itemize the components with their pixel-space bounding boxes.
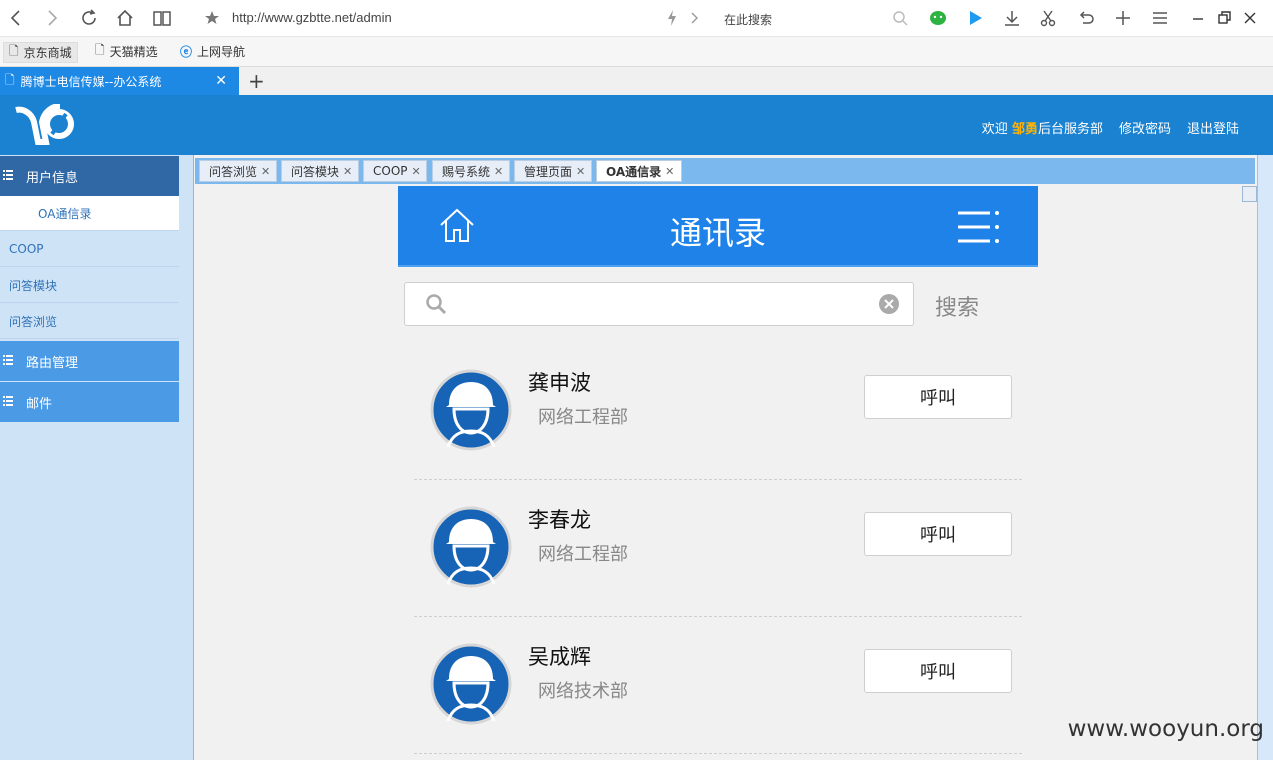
logout-link[interactable]: 退出登陆 [1187, 118, 1239, 137]
contact-name: 龚申波 [528, 371, 591, 395]
close-tab-icon[interactable]: ✕ [215, 73, 227, 89]
wechat-icon[interactable] [926, 6, 950, 30]
change-password-link[interactable]: 修改密码 [1119, 118, 1171, 137]
download-icon[interactable] [1000, 6, 1024, 30]
list-icon [3, 395, 13, 410]
forward-icon[interactable] [40, 6, 64, 30]
bookmark-jd[interactable]: 🗋 京东商城 [3, 42, 78, 63]
sidebar-item-qa-browse[interactable]: 问答浏览 [0, 304, 179, 339]
chevron-right-icon[interactable] [682, 6, 706, 30]
search-icon[interactable] [888, 6, 912, 30]
clear-icon[interactable] [879, 294, 899, 317]
sidebar-group-user-info[interactable]: 用户信息 [0, 156, 179, 196]
app-header: 欢迎 邹勇后台服务部 修改密码 退出登陆 [0, 95, 1273, 155]
tab-coop[interactable]: COOP ✕ [363, 160, 427, 182]
tab-oa-directory[interactable]: OA通信录 ✕ [596, 160, 682, 182]
contact-row: 李春龙 网络工程部 呼叫 [414, 479, 1022, 617]
sidebar-item-coop[interactable]: COOP [0, 232, 179, 267]
lightning-icon[interactable] [660, 6, 684, 30]
browser-search-input[interactable]: 在此搜索 [724, 11, 772, 28]
contact-dept: 网络技术部 [538, 681, 628, 702]
contact-dept: 网络工程部 [538, 544, 628, 565]
bookmark-nav[interactable]: ⓔ 上网导航 [175, 42, 250, 61]
phonebook-header: 通讯录 [398, 186, 1038, 267]
close-tab-icon[interactable]: ✕ [343, 165, 352, 178]
ie-icon: ⓔ [180, 45, 193, 59]
search-button[interactable]: 搜索 [935, 290, 979, 322]
header-user-area: 欢迎 邹勇后台服务部 修改密码 退出登陆 [982, 118, 1239, 137]
worker-avatar-icon [430, 643, 512, 725]
menu-icon[interactable] [1148, 6, 1172, 30]
video-play-icon[interactable] [963, 6, 987, 30]
home-icon[interactable] [113, 6, 137, 30]
logo [14, 103, 76, 149]
restore-icon[interactable] [1212, 6, 1236, 30]
sidebar-item-qa-module[interactable]: 问答模块 [0, 268, 179, 303]
bookmarks-bar: 🗋 京东商城 🗋 天猫精选 ⓔ 上网导航 [0, 37, 1273, 67]
contact-name: 李春龙 [528, 508, 591, 532]
watermark: www.wooyun.org [1067, 716, 1264, 742]
close-tab-icon[interactable]: ✕ [576, 165, 585, 178]
contact-name: 吴成辉 [528, 645, 591, 669]
contact-dept: 网络工程部 [538, 407, 628, 428]
tab-qa-browse[interactable]: 问答浏览 ✕ [199, 160, 277, 182]
page-icon: 🗋 [9, 44, 19, 58]
page-icon: 🗋 [5, 72, 15, 87]
phonebook-title: 通讯录 [669, 214, 766, 252]
call-button[interactable]: 呼叫 [864, 375, 1012, 419]
sidebar-item-oa-directory[interactable]: OA通信录 [0, 196, 179, 231]
sidebar-divider [179, 155, 193, 760]
call-button[interactable]: 呼叫 [864, 649, 1012, 693]
refresh-icon[interactable] [77, 6, 101, 30]
search-icon [425, 293, 447, 318]
contact-row: 吴成辉 网络技术部 呼叫 [414, 616, 1022, 754]
sidebar: 用户信息 OA通信录 COOP 问答模块 问答浏览 路由管理 邮件 [0, 155, 179, 760]
inner-scrollbar-thumb[interactable] [1242, 186, 1257, 202]
address-bar[interactable]: http://www.gzbtte.net/admin [232, 10, 392, 25]
contact-search-input[interactable] [404, 282, 914, 326]
worker-avatar-icon [430, 369, 512, 451]
list-icon [3, 169, 13, 184]
tab-account-system[interactable]: 赐号系统 ✕ [432, 160, 510, 182]
close-tab-icon[interactable]: ✕ [261, 165, 270, 178]
sidebar-group-mail[interactable]: 邮件 [0, 382, 179, 422]
close-window-icon[interactable] [1238, 6, 1262, 30]
new-tab-button[interactable]: + [248, 69, 265, 93]
page-scrollbar[interactable] [1257, 155, 1273, 760]
worker-avatar-icon [430, 506, 512, 588]
browser-toolbar: http://www.gzbtte.net/admin 在此搜索 [0, 0, 1273, 37]
sidebar-group-route-mgmt[interactable]: 路由管理 [0, 341, 179, 381]
close-tab-icon[interactable]: ✕ [665, 165, 674, 178]
reader-icon[interactable] [150, 6, 174, 30]
call-button[interactable]: 呼叫 [864, 512, 1012, 556]
welcome-text: 欢迎 邹勇后台服务部 [981, 122, 1103, 137]
minimize-icon[interactable] [1186, 6, 1210, 30]
scissors-icon[interactable] [1036, 6, 1060, 30]
undo-icon[interactable] [1074, 6, 1098, 30]
tab-qa-module[interactable]: 问答模块 ✕ [281, 160, 359, 182]
contact-row: 龚申波 网络工程部 呼叫 [414, 342, 1022, 480]
tab-admin-page[interactable]: 管理页面 ✕ [514, 160, 592, 182]
back-icon[interactable] [4, 6, 28, 30]
plus-icon[interactable] [1111, 6, 1135, 30]
list-icon [3, 354, 13, 369]
bookmark-tmall[interactable]: 🗋 天猫精选 [90, 42, 163, 61]
close-tab-icon[interactable]: ✕ [494, 165, 503, 178]
browser-tab-active[interactable]: 🗋 腾博士电信传媒--办公系统 ✕ [0, 67, 239, 95]
page-icon: 🗋 [95, 43, 105, 57]
browser-tab-bar: 🗋 腾博士电信传媒--办公系统 ✕ + [0, 67, 1273, 96]
favorite-star-icon[interactable] [200, 6, 224, 30]
menu-icon[interactable] [956, 210, 1002, 247]
inner-tab-bar: 问答浏览 ✕ 问答模块 ✕ COOP ✕ 赐号系统 ✕ 管理页面 ✕ OA通信录 ✕ [195, 158, 1255, 184]
close-tab-icon[interactable]: ✕ [412, 165, 421, 178]
